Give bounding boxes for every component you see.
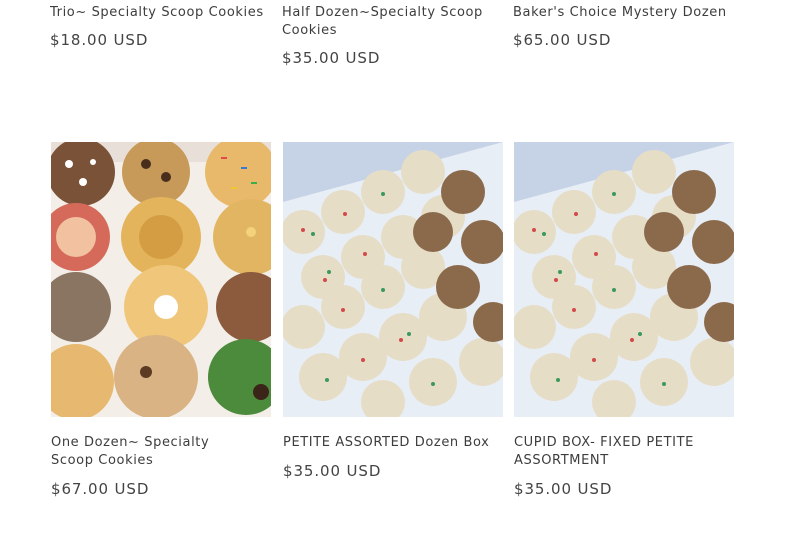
product-image[interactable] [514, 142, 734, 417]
product-price: $35.00 USD [283, 462, 382, 480]
cupid-cookies-image [514, 142, 734, 417]
product-title[interactable]: One Dozen~ Specialty Scoop Cookies [51, 434, 256, 470]
product-title[interactable]: CUPID BOX- FIXED PETITE ASSORTMENT [514, 434, 714, 470]
product-image[interactable] [51, 142, 271, 417]
product-card[interactable]: Baker's Choice Mystery Dozen $65.00 USD [513, 4, 733, 50]
product-image[interactable] [283, 142, 503, 417]
product-card[interactable]: Trio~ Specialty Scoop Cookies $18.00 USD [50, 4, 270, 50]
product-price: $67.00 USD [51, 480, 150, 498]
product-title[interactable]: Baker's Choice Mystery Dozen [513, 4, 733, 22]
product-card[interactable]: PETITE ASSORTED Dozen Box $35.00 USD [283, 142, 503, 481]
product-card[interactable]: CUPID BOX- FIXED PETITE ASSORTMENT $35.0… [514, 142, 734, 499]
product-title[interactable]: Trio~ Specialty Scoop Cookies [50, 4, 270, 22]
product-price: $18.00 USD [50, 31, 149, 49]
product-card[interactable]: Half Dozen~Specialty Scoop Cookies $35.0… [282, 4, 487, 68]
product-title[interactable]: PETITE ASSORTED Dozen Box [283, 434, 503, 452]
product-price: $35.00 USD [282, 49, 381, 67]
product-price: $35.00 USD [514, 480, 613, 498]
product-price: $65.00 USD [513, 31, 612, 49]
product-title[interactable]: Half Dozen~Specialty Scoop Cookies [282, 4, 487, 40]
assorted-cookies-image [51, 142, 271, 417]
product-card[interactable]: One Dozen~ Specialty Scoop Cookies $67.0… [51, 142, 271, 499]
petite-cookies-image [283, 142, 503, 417]
